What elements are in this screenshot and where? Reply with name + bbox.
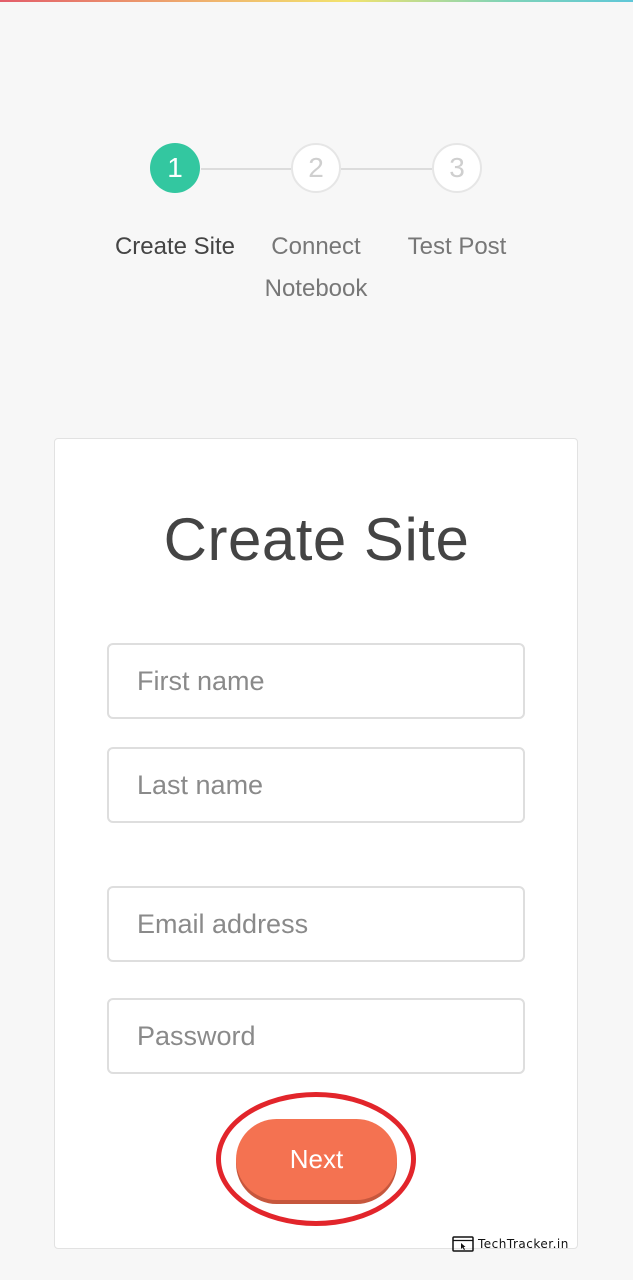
step-3-number: 3 [449, 152, 465, 183]
step-connector-1-2 [201, 168, 291, 170]
step-2-label: Connect Notebook [246, 226, 386, 310]
step-2-number: 2 [308, 152, 324, 183]
last-name-field[interactable] [107, 747, 525, 823]
watermark: TechTracker.in [452, 1234, 569, 1254]
first-name-field[interactable] [107, 643, 525, 719]
watermark-text: TechTracker.in [478, 1237, 569, 1251]
browser-cursor-icon [452, 1236, 474, 1252]
next-button[interactable]: Next [236, 1119, 397, 1200]
step-connector-2-3 [341, 168, 432, 170]
step-1-circle: 1 [150, 143, 200, 193]
progress-stepper: 1 2 3 Create Site Connect Notebook Test … [0, 0, 633, 330]
step-3-circle: 3 [432, 143, 482, 193]
step-1-label: Create Site [114, 233, 236, 260]
page-title: Create Site [163, 506, 470, 573]
step-2-label-line1: Connect [271, 233, 361, 260]
step-3-label: Test Post [407, 233, 507, 260]
step-2-circle: 2 [291, 143, 341, 193]
step-1-number: 1 [167, 152, 183, 183]
email-field[interactable] [107, 886, 525, 962]
password-field[interactable] [107, 998, 525, 1074]
step-2-label-line2: Notebook [264, 275, 368, 302]
